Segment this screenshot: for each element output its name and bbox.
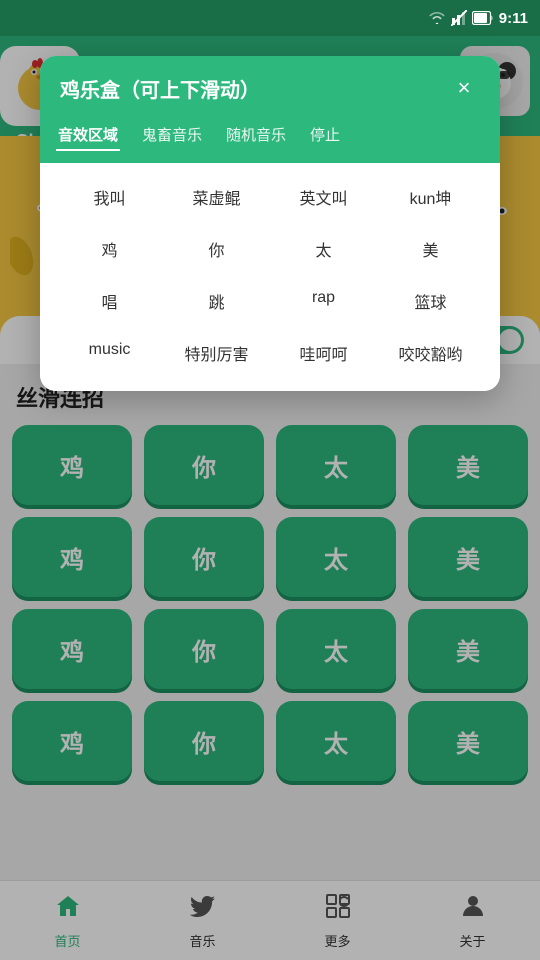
modal-word-13[interactable]: 特别厉害 [163, 327, 270, 379]
modal-word-11[interactable]: 篮球 [377, 275, 484, 327]
modal-word-5[interactable]: 你 [163, 223, 270, 275]
modal-word-10[interactable]: rap [270, 275, 377, 327]
modal-tab-ghost[interactable]: 鬼畜音乐 [140, 120, 204, 151]
modal-title: 鸡乐盒（可上下滑动） [60, 74, 260, 103]
app-background: Chick [0, 36, 540, 960]
battery-icon [472, 11, 494, 25]
modal-tabs: 音效区域 鬼畜音乐 随机音乐 停止 [40, 120, 500, 163]
modal-word-3[interactable]: kun坤 [377, 171, 484, 223]
modal-word-4[interactable]: 鸡 [56, 223, 163, 275]
modal-close-button[interactable]: × [448, 72, 480, 104]
status-bar: 9:11 [0, 0, 540, 36]
modal-word-7[interactable]: 美 [377, 223, 484, 275]
modal-word-12[interactable]: music [56, 327, 163, 379]
modal-tab-sfx[interactable]: 音效区域 [56, 120, 120, 151]
modal-tab-stop[interactable]: 停止 [308, 120, 342, 151]
modal-tab-random[interactable]: 随机音乐 [224, 120, 288, 151]
modal-word-1[interactable]: 菜虚鲲 [163, 171, 270, 223]
signal-icon [451, 10, 467, 26]
modal-word-grid: 我叫菜虚鲲英文叫kun坤鸡你太美唱跳rap篮球 music特别厉害哇呵呵咬咬豁哟 [40, 163, 500, 391]
modal-word-14[interactable]: 哇呵呵 [270, 327, 377, 379]
modal-header: 鸡乐盒（可上下滑动） × [40, 56, 500, 120]
modal-word-0[interactable]: 我叫 [56, 171, 163, 223]
modal-word-2[interactable]: 英文叫 [270, 171, 377, 223]
status-time: 9:11 [499, 10, 528, 27]
modal-word-6[interactable]: 太 [270, 223, 377, 275]
modal-word-8[interactable]: 唱 [56, 275, 163, 327]
modal-word-9[interactable]: 跳 [163, 275, 270, 327]
modal-dialog: 鸡乐盒（可上下滑动） × 音效区域 鬼畜音乐 随机音乐 停止 我叫菜虚鲲英文叫k… [40, 56, 500, 391]
wifi-icon [428, 11, 446, 25]
modal-word-15[interactable]: 咬咬豁哟 [377, 327, 484, 379]
status-icons: 9:11 [428, 10, 528, 27]
modal-overlay: 鸡乐盒（可上下滑动） × 音效区域 鬼畜音乐 随机音乐 停止 我叫菜虚鲲英文叫k… [0, 36, 540, 960]
